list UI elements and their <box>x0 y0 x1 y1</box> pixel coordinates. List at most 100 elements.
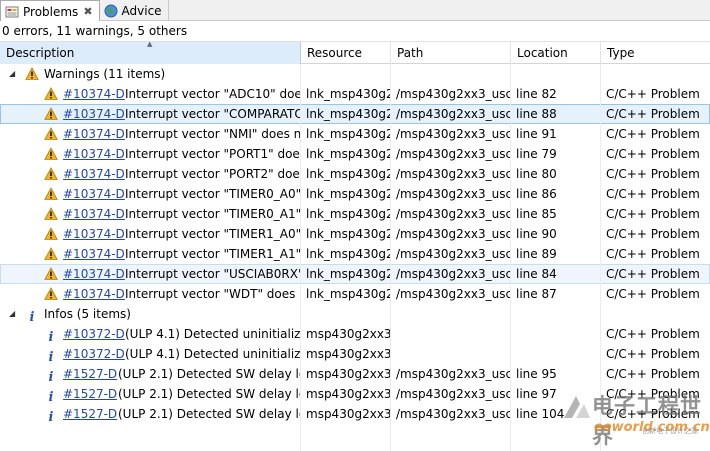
problem-message: Interrupt vector "TIMER0_A1" does not ha… <box>125 207 301 221</box>
type-cell: C/C++ Problem <box>606 267 700 281</box>
table-row[interactable]: #10374-DInterrupt vector "WDT" does not … <box>0 284 710 304</box>
column-header-path[interactable]: Path <box>391 42 511 64</box>
problem-code-link[interactable]: #10374-D <box>63 164 125 184</box>
problem-message: (ULP 4.1) Detected uninitialized Port B … <box>125 347 301 361</box>
group-row-infos[interactable]: ◢ i Infos (5 items) <box>0 304 710 325</box>
resource-cell: lnk_msp430g2553.cmd <box>301 184 391 204</box>
problem-code-link[interactable]: #10374-D <box>63 104 125 124</box>
location-cell: line 87 <box>511 284 601 304</box>
problem-message: (ULP 2.1) Detected SW delay loop using e… <box>118 407 300 421</box>
expand-arrow-icon[interactable]: ◢ <box>9 304 19 324</box>
resource-cell: lnk_msp430g2553.cmd <box>301 144 391 164</box>
table-row[interactable]: i #10372-D(ULP 4.1) Detected uninitialize… <box>0 344 710 364</box>
problem-code-link[interactable]: #10372-D <box>63 324 125 344</box>
type-cell: C/C++ Problem <box>606 327 700 341</box>
location-cell: line 82 <box>511 84 601 104</box>
problem-message: Interrupt vector "PORT2" does not have a… <box>125 167 300 181</box>
resource-cell: lnk_msp430g2553.cmd <box>301 264 391 284</box>
sort-ascending-icon: ▲ <box>147 40 153 48</box>
type-cell: C/C++ Problem <box>606 87 700 101</box>
column-header-location[interactable]: Location <box>511 42 601 64</box>
location-cell: line 89 <box>511 244 601 264</box>
table-row[interactable]: #10374-DInterrupt vector "COMPARATORA" d… <box>0 104 710 124</box>
problem-message: Interrupt vector "PORT1" does not have a… <box>125 147 300 161</box>
problem-code-link[interactable]: #10374-D <box>63 244 125 264</box>
problem-code-link[interactable]: #1527-D <box>63 384 117 404</box>
path-cell: /msp430g2xx3_uscia0_uart_01_9600 <box>391 404 511 424</box>
warning-icon <box>44 147 58 161</box>
description-cell: i #1527-D(ULP 2.1) Detected SW delay loop… <box>0 364 301 384</box>
type-cell: C/C++ Problem <box>606 387 700 401</box>
location-cell: line 85 <box>511 204 601 224</box>
resource-cell: msp430g2xx3_uscia0_uart_01_9600.c <box>301 384 391 404</box>
table-row[interactable]: #10374-DInterrupt vector "TIMER0_A1" doe… <box>0 204 710 224</box>
resource-cell: msp430g2xx3_uscia0_uart_01_9600.c <box>301 344 391 364</box>
problem-message: Interrupt vector "WDT" does not have an … <box>125 287 300 301</box>
location-cell: line 95 <box>511 364 601 384</box>
expand-arrow-icon[interactable]: ◢ <box>9 64 19 84</box>
problems-summary: 0 errors, 11 warnings, 5 others <box>0 21 710 42</box>
warning-icon <box>44 107 58 121</box>
table-row[interactable]: i #1527-D(ULP 2.1) Detected SW delay loop… <box>0 364 710 384</box>
problem-code-link[interactable]: #10374-D <box>63 144 125 164</box>
problem-message: (ULP 4.1) Detected uninitialized Port A … <box>125 327 301 341</box>
description-cell: #10374-DInterrupt vector "COMPARATORA" d… <box>0 104 301 124</box>
tab-problems[interactable]: Problems ✖ <box>0 0 100 22</box>
table-row[interactable]: i #1527-D(ULP 2.1) Detected SW delay loop… <box>0 404 710 424</box>
table-row[interactable]: #10374-DInterrupt vector "TIMER1_A1" doe… <box>0 244 710 264</box>
path-cell: /msp430g2xx3_uscia0_uart_01_9600 <box>391 284 511 304</box>
problem-code-link[interactable]: #1527-D <box>63 404 117 424</box>
problem-code-link[interactable]: #10374-D <box>63 84 125 104</box>
table-row[interactable]: #10374-DInterrupt vector "ADC10" does no… <box>0 84 710 104</box>
path-cell: /msp430g2xx3_uscia0_uart_01_9600 <box>391 124 511 144</box>
column-header-type[interactable]: Type <box>601 42 710 64</box>
path-cell: /msp430g2xx3_uscia0_uart_01_9600 <box>391 104 511 124</box>
problem-message: (ULP 2.1) Detected SW delay loop using e… <box>118 367 300 381</box>
warning-icon <box>44 267 58 281</box>
path-cell: /msp430g2xx3_uscia0_uart_01_9600 <box>391 264 511 284</box>
table-row[interactable]: i #1527-D(ULP 2.1) Detected SW delay loop… <box>0 384 710 404</box>
resource-cell: lnk_msp430g2553.cmd <box>301 84 391 104</box>
warning-icon <box>25 67 39 81</box>
column-header-description[interactable]: ▲ Description <box>0 40 301 64</box>
path-cell <box>391 344 511 364</box>
tab-advice[interactable]: Advice <box>100 0 169 21</box>
close-icon[interactable]: ✖ <box>83 5 92 18</box>
table-row[interactable]: #10374-DInterrupt vector "PORT2" does no… <box>0 164 710 184</box>
type-cell: C/C++ Problem <box>606 187 700 201</box>
description-cell: #10374-DInterrupt vector "USCIAB0RX" doe… <box>0 264 301 284</box>
path-cell: /msp430g2xx3_uscia0_uart_01_9600 <box>391 204 511 224</box>
problem-code-link[interactable]: #10374-D <box>63 204 125 224</box>
warning-icon <box>44 187 58 201</box>
problem-code-link[interactable]: #10374-D <box>63 284 125 304</box>
warning-icon <box>44 127 58 141</box>
description-cell: i #10372-D(ULP 4.1) Detected uninitialize… <box>0 344 301 364</box>
info-icon: i <box>48 350 54 365</box>
group-row-warnings[interactable]: ◢ Warnings (11 items) <box>0 64 710 84</box>
path-cell <box>391 324 511 344</box>
type-cell: C/C++ Problem <box>606 227 700 241</box>
table-row[interactable]: #10374-DInterrupt vector "USCIAB0RX" doe… <box>0 264 710 284</box>
table-row[interactable]: i #10372-D(ULP 4.1) Detected uninitialize… <box>0 324 710 344</box>
column-header-resource[interactable]: Resource <box>301 42 391 64</box>
problem-code-link[interactable]: #10374-D <box>63 124 125 144</box>
problem-code-link[interactable]: #10374-D <box>63 224 125 244</box>
problem-code-link[interactable]: #1527-D <box>63 364 117 384</box>
resource-cell: lnk_msp430g2553.cmd <box>301 224 391 244</box>
description-cell: #10374-DInterrupt vector "PORT2" does no… <box>0 164 301 184</box>
table-row[interactable]: #10374-DInterrupt vector "TIMER1_A0" doe… <box>0 224 710 244</box>
group-label: Infos (5 items) <box>44 307 131 321</box>
path-cell: /msp430g2xx3_uscia0_uart_01_9600 <box>391 164 511 184</box>
table-row[interactable]: #10374-DInterrupt vector "NMI" does not … <box>0 124 710 144</box>
path-cell: /msp430g2xx3_uscia0_uart_01_9600 <box>391 84 511 104</box>
type-cell: C/C++ Problem <box>606 207 700 221</box>
location-cell: line 97 <box>511 384 601 404</box>
problem-code-link[interactable]: #10372-D <box>63 344 125 364</box>
problem-code-link[interactable]: #10374-D <box>63 184 125 204</box>
problem-message: (ULP 2.1) Detected SW delay loop using e… <box>118 387 300 401</box>
problem-code-link[interactable]: #10374-D <box>63 264 125 284</box>
resource-cell: lnk_msp430g2553.cmd <box>301 204 391 224</box>
table-row[interactable]: #10374-DInterrupt vector "TIMER0_A0" doe… <box>0 184 710 204</box>
table-row[interactable]: #10374-DInterrupt vector "PORT1" does no… <box>0 144 710 164</box>
resource-cell: msp430g2xx3_uscia0_uart_01_9600.c <box>301 404 391 424</box>
